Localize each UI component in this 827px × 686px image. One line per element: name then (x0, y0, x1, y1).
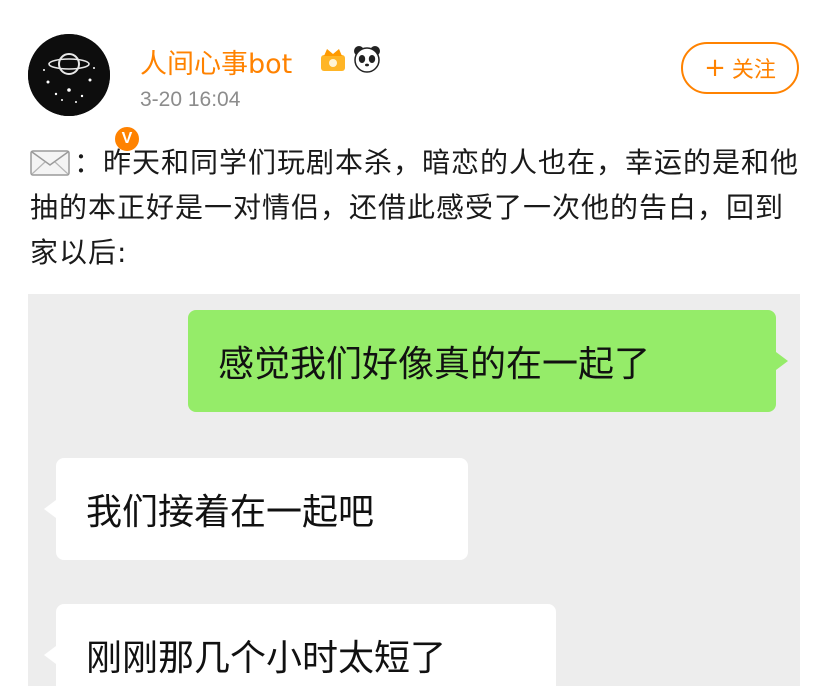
post-body: ：昨天和同学们玩剧本杀，暗恋的人也在，幸运的是和他抽的本正好是一对情侣，还借此感… (30, 140, 800, 275)
chat-screenshot: 感觉我们好像真的在一起了 我们接着在一起吧 刚刚那几个小时太短了 (28, 294, 800, 686)
post-timestamp: 3-20 16:04 (140, 88, 241, 111)
bubble-tail (44, 500, 56, 518)
username[interactable]: 人间心事bot (140, 42, 292, 81)
follow-label: 关注 (731, 58, 776, 83)
weibo-post: V 人间心事bot 3-20 16:04 + 关注 ：昨天和同学们玩剧本杀，暗恋… (0, 0, 827, 686)
user-badges (318, 44, 382, 74)
message-text: 感觉我们好像真的在一起了 (218, 344, 651, 385)
message-text: 我们接着在一起吧 (86, 492, 375, 533)
follow-button[interactable]: + 关注 (681, 42, 799, 94)
chat-bubble-sent: 感觉我们好像真的在一起了 (188, 310, 788, 412)
crown-badge-icon[interactable] (318, 44, 348, 74)
chat-bubble-received: 我们接着在一起吧 (44, 458, 468, 560)
bubble-tail (776, 352, 788, 370)
avatar[interactable]: V (28, 34, 142, 154)
panda-icon[interactable] (352, 44, 382, 74)
bubble-tail (44, 646, 56, 664)
post-text: ：昨天和同学们玩剧本杀，暗恋的人也在，幸运的是和他抽的本正好是一对情侣，还借此感… (30, 146, 800, 269)
plus-icon: + (704, 53, 726, 83)
envelope-icon (30, 150, 70, 176)
chat-bubble-received: 刚刚那几个小时太短了 (44, 604, 556, 686)
message-text: 刚刚那几个小时太短了 (86, 638, 447, 679)
saturn-avatar-icon (28, 34, 110, 116)
